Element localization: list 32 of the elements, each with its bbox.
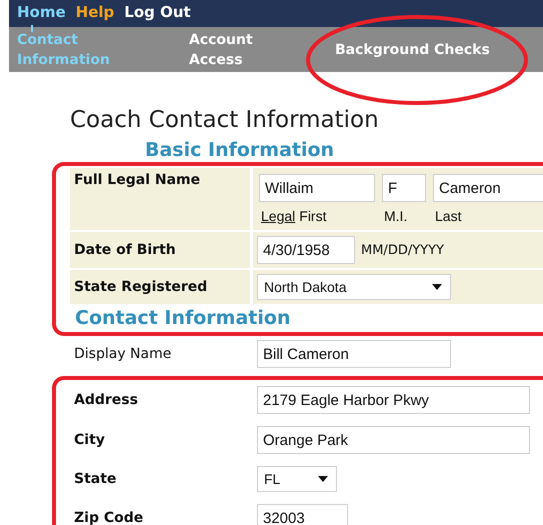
field-label: Display Name bbox=[73, 345, 172, 364]
field-label: Address bbox=[73, 391, 139, 410]
nav-link[interactable]: Home bbox=[17, 3, 66, 21]
field-label: State Registered bbox=[70, 270, 250, 304]
field-caption: Last bbox=[435, 208, 462, 224]
text-field[interactable]: Cameron bbox=[433, 174, 543, 202]
selection-tick bbox=[31, 25, 33, 32]
field-label: Date of Birth bbox=[70, 232, 250, 268]
nav-link[interactable]: Help bbox=[76, 3, 114, 21]
field-caption: M.I. bbox=[384, 208, 408, 224]
caret-icon bbox=[318, 476, 328, 482]
page-title: Coach Contact Information bbox=[70, 106, 380, 134]
field-label: Full Legal Name bbox=[70, 168, 250, 230]
caret-icon bbox=[432, 284, 442, 290]
dropdown[interactable]: FL bbox=[257, 466, 337, 492]
legal-link[interactable]: Legal bbox=[261, 208, 296, 224]
text-field[interactable]: Bill Cameron bbox=[257, 340, 451, 368]
format-hint: MM/DD/YYYY bbox=[361, 242, 444, 258]
text-field[interactable]: 4/30/1958 bbox=[257, 236, 355, 264]
field-label: Zip Code bbox=[73, 509, 144, 525]
nav-link[interactable]: Log Out bbox=[124, 3, 191, 21]
section-heading: Basic Information bbox=[145, 138, 336, 162]
text-field[interactable]: 32003 bbox=[257, 504, 348, 525]
text-field[interactable]: 2179 Eagle Harbor Pkwy bbox=[257, 386, 530, 414]
field-caption: First bbox=[299, 208, 326, 224]
text-field[interactable]: F bbox=[382, 174, 426, 202]
section-heading: Contact Information bbox=[75, 306, 292, 330]
dropdown[interactable]: North Dakota bbox=[257, 274, 451, 300]
text-field[interactable]: Orange Park bbox=[257, 426, 530, 454]
text-field[interactable]: Willaim bbox=[259, 174, 375, 202]
field-label: State bbox=[73, 470, 118, 489]
field-label: City bbox=[73, 431, 106, 450]
